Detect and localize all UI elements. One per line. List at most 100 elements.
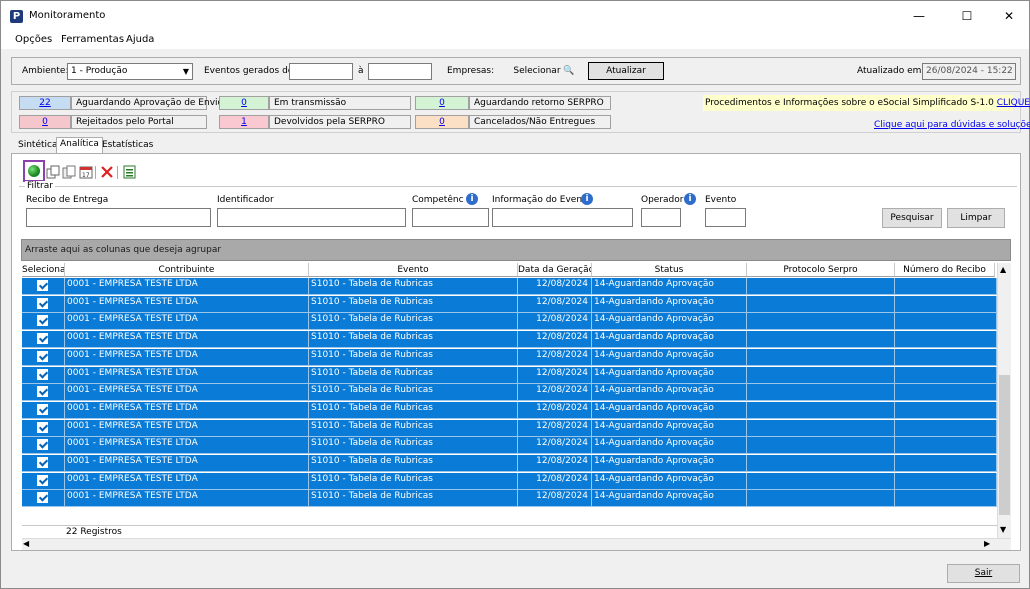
- aguardando-envio-label: Aguardando Aprovação de Envio: [71, 96, 223, 110]
- scroll-thumb[interactable]: [999, 375, 1010, 515]
- table-row[interactable]: 0001 - EMPRESA TESTE LTDA S1010 - Tabela …: [22, 401, 997, 419]
- col-recibo[interactable]: Número do Recibo: [895, 263, 995, 277]
- limpar-button[interactable]: Limpar: [947, 208, 1005, 228]
- empresas-label: Empresas:: [447, 66, 495, 76]
- cell-status: 14-Aguardando Aprovação: [592, 366, 747, 384]
- record-count: 22 Registros: [66, 527, 122, 537]
- tab-estatisticas[interactable]: Estatísticas: [99, 139, 156, 154]
- data-fim-input[interactable]: [368, 63, 432, 80]
- row-checkbox[interactable]: [37, 297, 48, 309]
- cell-evento: S1010 - Tabela de Rubricas: [309, 455, 518, 472]
- row-checkbox[interactable]: [37, 386, 48, 398]
- window-title: Monitoramento: [29, 10, 106, 21]
- cell-evento: S1010 - Tabela de Rubricas: [309, 278, 518, 295]
- horizontal-scrollbar[interactable]: ◀ ▶: [22, 538, 1011, 550]
- ambiente-select[interactable]: 1 - Produção ▼: [67, 63, 193, 80]
- row-checkbox[interactable]: [37, 439, 48, 451]
- table-row[interactable]: 0001 - EMPRESA TESTE LTDA S1010 - Tabela …: [22, 313, 997, 331]
- row-checkbox[interactable]: [37, 280, 48, 291]
- col-evento[interactable]: Evento: [309, 263, 518, 277]
- procedimentos-box: Procedimentos e Informações sobre o eSoc…: [703, 95, 1030, 111]
- group-panel[interactable]: Arraste aqui as colunas que deseja agrup…: [21, 239, 1011, 261]
- informacao-input[interactable]: [492, 208, 633, 227]
- table-row[interactable]: 0001 - EMPRESA TESTE LTDA S1010 - Tabela …: [22, 278, 997, 295]
- recibo-input[interactable]: [26, 208, 211, 227]
- data-inicio-input[interactable]: [289, 63, 353, 80]
- row-checkbox[interactable]: [37, 350, 48, 362]
- em-transmissao-count[interactable]: 0: [219, 96, 269, 110]
- menu-ferramentas[interactable]: Ferramentas: [61, 34, 124, 45]
- scroll-up-icon[interactable]: ▲: [1000, 265, 1006, 274]
- identificador-input[interactable]: [217, 208, 406, 227]
- tab-sintetica[interactable]: Sintética: [15, 139, 60, 154]
- cancelados-count[interactable]: 0: [415, 115, 469, 129]
- row-checkbox[interactable]: [37, 333, 48, 345]
- row-checkbox[interactable]: [37, 368, 48, 380]
- cell-data: 12/08/2024: [518, 472, 592, 490]
- menu-ajuda[interactable]: Ajuda: [126, 34, 154, 45]
- col-selecionar[interactable]: Selecionar: [22, 263, 65, 277]
- table-row[interactable]: 0001 - EMPRESA TESTE LTDA S1010 - Tabela …: [22, 472, 997, 490]
- select-cell: [22, 313, 65, 331]
- cell-empty: [747, 331, 895, 349]
- cell-empty: [895, 295, 997, 313]
- minimize-button[interactable]: —: [897, 1, 941, 31]
- row-checkbox[interactable]: [37, 315, 48, 327]
- close-button[interactable]: ✕: [987, 1, 1030, 31]
- col-contribuinte[interactable]: Contribuinte: [65, 263, 309, 277]
- competencia-input[interactable]: [412, 208, 489, 227]
- table-row[interactable]: 0001 - EMPRESA TESTE LTDA S1010 - Tabela …: [22, 348, 997, 366]
- maximize-button[interactable]: ☐: [945, 1, 989, 31]
- selecionar-button[interactable]: Selecionar 🔍: [504, 62, 584, 80]
- cell-evento: S1010 - Tabela de Rubricas: [309, 437, 518, 455]
- row-checkbox[interactable]: [37, 492, 48, 504]
- atualizar-button[interactable]: Atualizar: [588, 62, 664, 80]
- table-row[interactable]: 0001 - EMPRESA TESTE LTDA S1010 - Tabela …: [22, 384, 997, 402]
- devolvidos-count[interactable]: 1: [219, 115, 269, 129]
- table-row[interactable]: 0001 - EMPRESA TESTE LTDA S1010 - Tabela …: [22, 331, 997, 349]
- table-row[interactable]: 0001 - EMPRESA TESTE LTDA S1010 - Tabela …: [22, 490, 997, 508]
- pesquisar-button[interactable]: Pesquisar: [882, 208, 942, 228]
- calendar-icon[interactable]: 17: [79, 165, 93, 179]
- operador-info-icon[interactable]: i: [684, 193, 696, 205]
- competencia-info-icon[interactable]: i: [466, 193, 478, 205]
- cell-empty: [747, 455, 895, 472]
- aguardando-envio-count[interactable]: 22: [19, 96, 71, 110]
- cell-contribuinte: 0001 - EMPRESA TESTE LTDA: [65, 331, 309, 349]
- aguardando-retorno-count[interactable]: 0: [415, 96, 469, 110]
- table-row[interactable]: 0001 - EMPRESA TESTE LTDA S1010 - Tabela …: [22, 295, 997, 313]
- cell-contribuinte: 0001 - EMPRESA TESTE LTDA: [65, 366, 309, 384]
- row-checkbox[interactable]: [37, 421, 48, 433]
- table-row[interactable]: 0001 - EMPRESA TESTE LTDA S1010 - Tabela …: [22, 455, 997, 472]
- cell-status: 14-Aguardando Aprovação: [592, 331, 747, 349]
- row-checkbox[interactable]: [37, 474, 48, 486]
- copy-double-icon[interactable]: [62, 165, 76, 179]
- vertical-scrollbar[interactable]: ▲ ▼: [997, 263, 1011, 539]
- delete-x-icon[interactable]: [100, 165, 114, 179]
- scroll-down-icon[interactable]: ▼: [1000, 525, 1006, 534]
- duvidas-link[interactable]: Clique aqui para dúvidas e soluções: [874, 120, 1030, 130]
- col-status[interactable]: Status: [592, 263, 747, 277]
- table-row[interactable]: 0001 - EMPRESA TESTE LTDA S1010 - Tabela …: [22, 437, 997, 455]
- row-checkbox[interactable]: [37, 457, 48, 468]
- scroll-right-icon[interactable]: ▶: [984, 539, 990, 548]
- copy-icon[interactable]: [46, 165, 60, 179]
- export-icon[interactable]: [123, 165, 137, 179]
- menu-opcoes[interactable]: Opções: [15, 34, 52, 45]
- clique-aqui-link[interactable]: CLIQUE AQUI: [997, 98, 1030, 108]
- row-checkbox[interactable]: [37, 403, 48, 415]
- operador-input[interactable]: [641, 208, 681, 227]
- evento-input[interactable]: [705, 208, 746, 227]
- informacao-info-icon[interactable]: i: [581, 193, 593, 205]
- cell-evento: S1010 - Tabela de Rubricas: [309, 348, 518, 366]
- table-row[interactable]: 0001 - EMPRESA TESTE LTDA S1010 - Tabela …: [22, 419, 997, 437]
- sair-button[interactable]: Sair: [947, 564, 1020, 583]
- scroll-left-icon[interactable]: ◀: [23, 539, 29, 548]
- col-protocolo[interactable]: Protocolo Serpro: [747, 263, 895, 277]
- rejeitados-count[interactable]: 0: [19, 115, 71, 129]
- refresh-button[interactable]: [23, 160, 45, 182]
- table-row[interactable]: 0001 - EMPRESA TESTE LTDA S1010 - Tabela …: [22, 366, 997, 384]
- col-data[interactable]: Data da Geração: [518, 263, 592, 277]
- tab-analitica[interactable]: Analítica: [56, 137, 103, 153]
- cell-empty: [895, 366, 997, 384]
